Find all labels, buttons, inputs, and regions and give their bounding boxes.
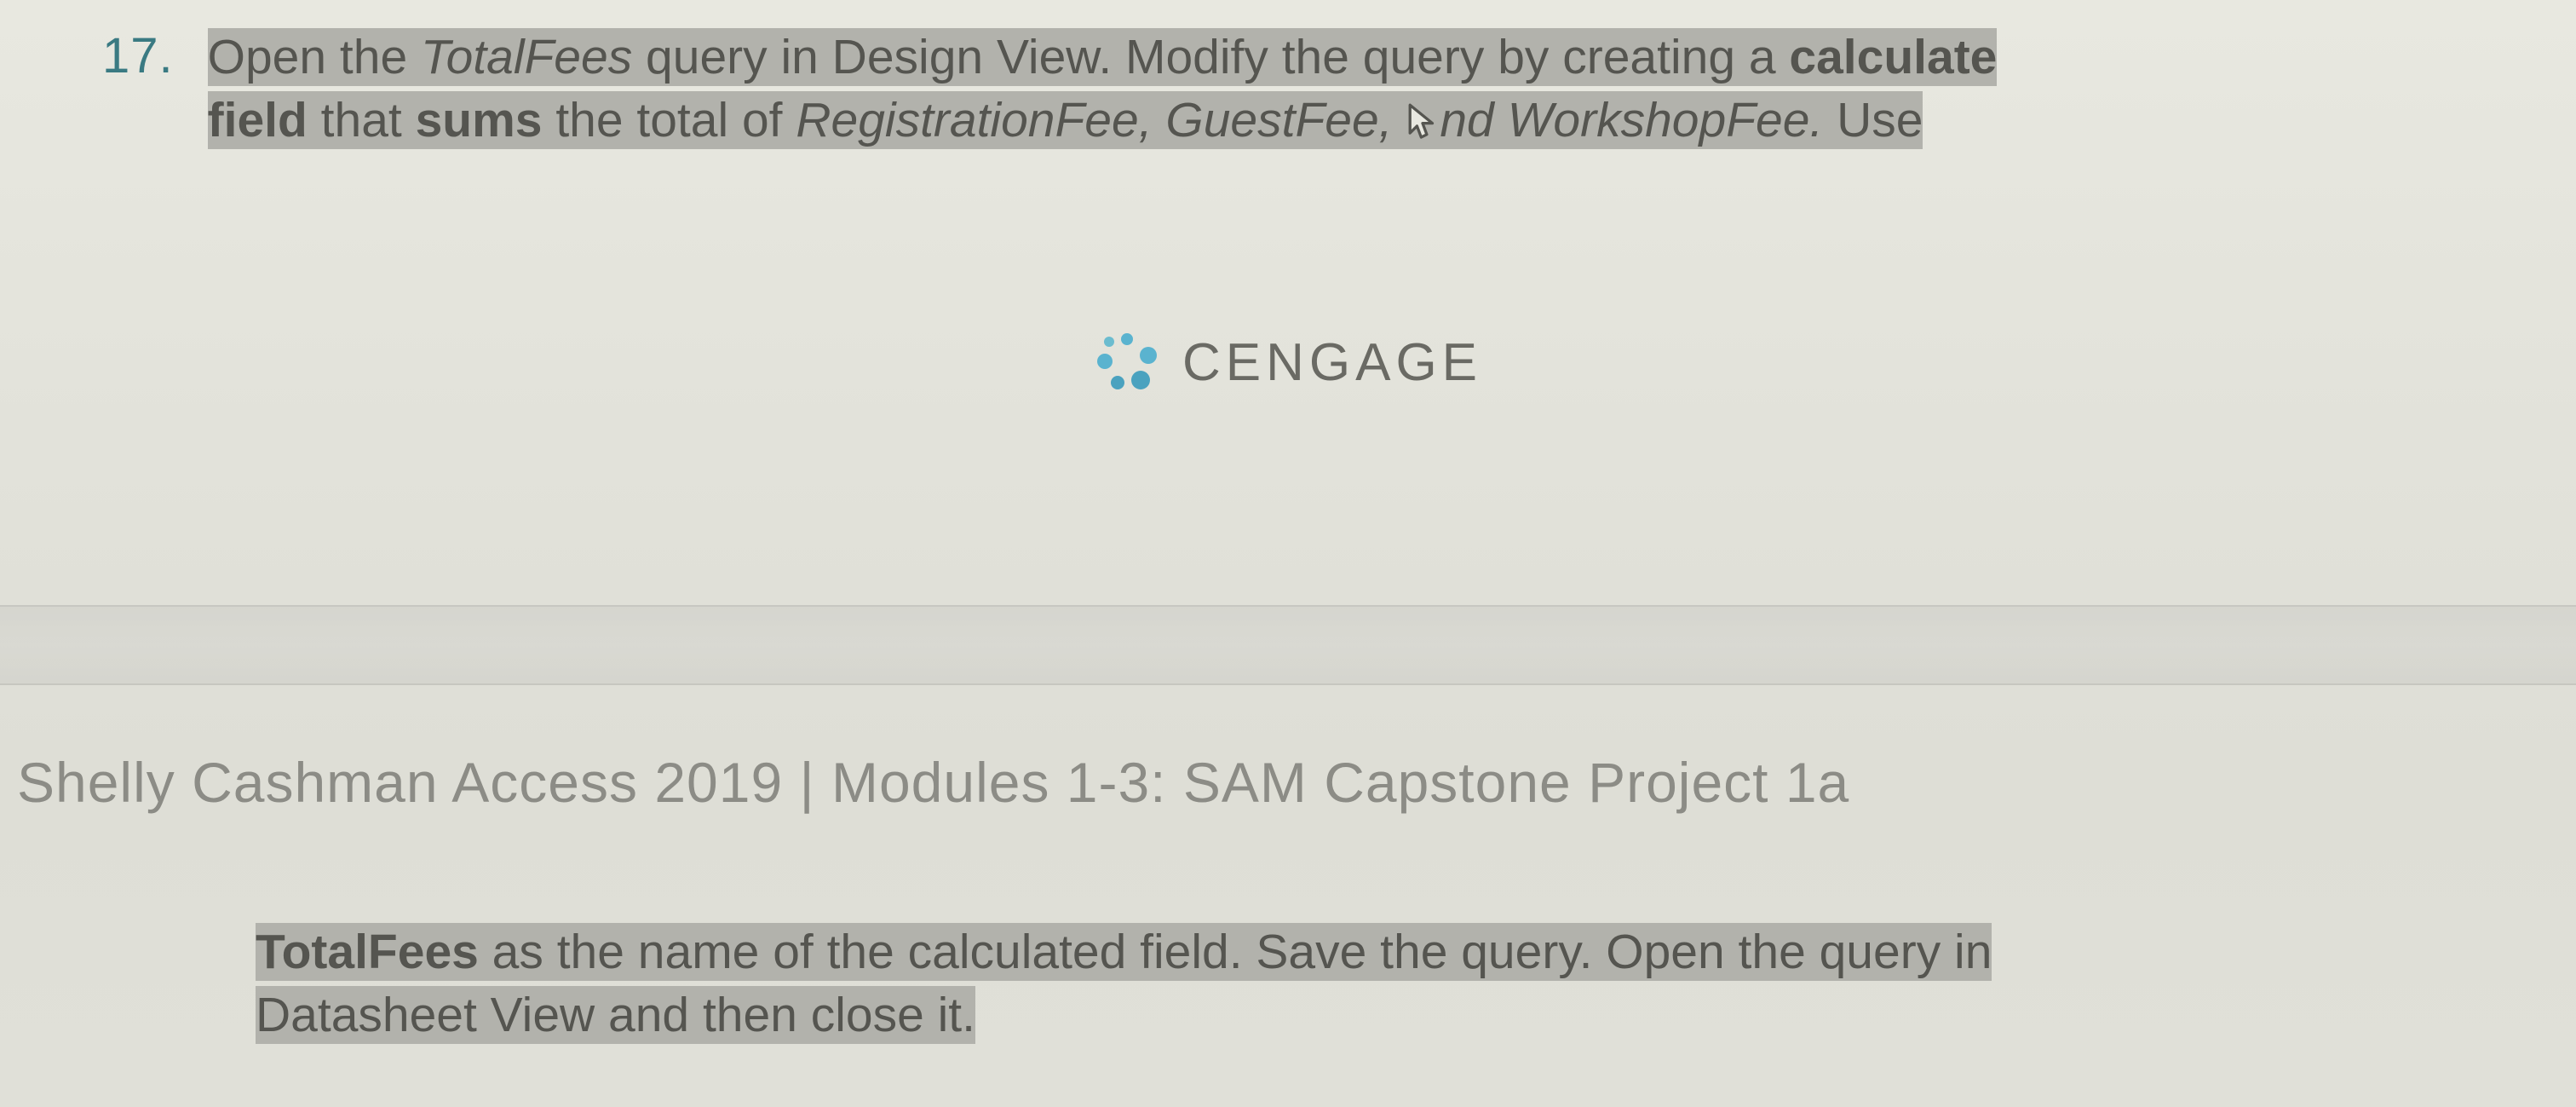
document-page: 17. Open the TotalFees query in Design V… — [0, 0, 2576, 1107]
highlighted-text: field that sums the total of Registratio… — [208, 91, 1923, 149]
highlighted-text: Datasheet View and then close it. — [256, 986, 975, 1044]
highlighted-text: Open the TotalFees query in Design View.… — [208, 28, 1998, 86]
cengage-logo-icon — [1094, 328, 1162, 396]
page-divider — [0, 605, 2576, 685]
brand-logo-row: CENGAGE — [0, 328, 2576, 401]
cengage-logo-text: CENGAGE — [1182, 332, 1482, 393]
heading-part-a: Shelly Cashman Access 2019 — [17, 751, 799, 814]
document-heading: Shelly Cashman Access 2019 | Modules 1-3… — [17, 750, 1849, 815]
item-number: 17. — [102, 26, 174, 88]
instruction-text-top: Open the TotalFees query in Design View.… — [208, 26, 1998, 152]
heading-part-b: Modules 1-3: SAM Capstone Project 1a — [815, 751, 1850, 814]
heading-separator: | — [799, 751, 814, 814]
cursor-icon — [1406, 94, 1440, 133]
highlighted-text: TotalFees as the name of the calculated … — [256, 923, 1992, 981]
instruction-text-bottom: TotalFees as the name of the calculated … — [256, 920, 2542, 1046]
cengage-logo: CENGAGE — [1094, 328, 1482, 396]
instruction-item-17: 17. Open the TotalFees query in Design V… — [102, 26, 2576, 152]
